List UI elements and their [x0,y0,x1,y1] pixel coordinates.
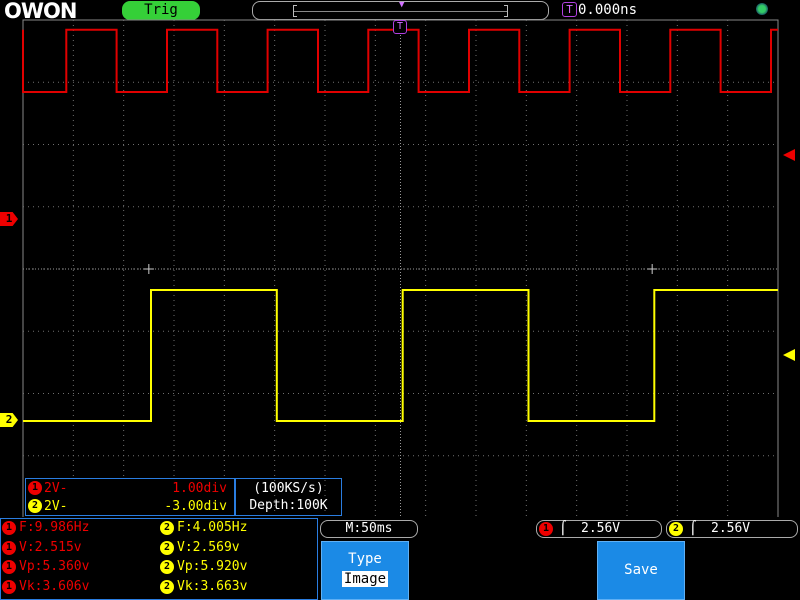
ch1-waveform [22,28,778,93]
type-label: Type [348,551,382,567]
trigger-position-marker[interactable]: T [393,20,407,34]
memory-depth: Depth:100K [249,498,328,513]
ch1-peak-peak: 1 Vp:5.360v [2,559,89,575]
ch2-badge: 2 [160,541,174,555]
rising-edge-icon: ⌠ [689,521,697,536]
ch2-trigger-setting: 2 ⌠ 2.56V [666,520,798,538]
type-value: Image [341,571,389,587]
channel-settings-box: 1 2V- 1.00div 2 2V- -3.00div [25,478,235,516]
ch2-badge: 2 [160,580,174,594]
type-softkey[interactable]: Type Image [321,541,409,600]
ch1-mean-voltage: 1 V:2.515v [2,540,82,556]
ch2-badge: 2 [160,560,174,574]
ch1-volts-div: 2V- [44,481,68,496]
graticule [22,19,779,519]
ch1-trigger-level-arrow[interactable] [783,149,795,161]
ch2-frequency: 2 F:4.005Hz [160,520,247,536]
rising-edge-icon: ⌠ [559,521,567,536]
ch2-trigger-level: 2.56V [711,521,751,536]
ch2-badge: 2 [28,499,42,513]
sample-rate: (100KS/s) [253,481,324,496]
ch2-trigger-level-arrow[interactable] [783,349,795,361]
ch1-badge: 1 [2,560,16,574]
ch2-badge: 2 [669,522,683,536]
ch1-frequency: 1 F:9.986Hz [2,520,89,536]
ch2-rms: 2 Vk:3.663v [160,579,247,595]
ch1-trigger-setting: 1 ⌠ 2.56V [536,520,662,538]
ch1-badge: 1 [539,522,553,536]
ch1-badge: 1 [2,521,16,535]
ch1-offset: 1.00div [172,481,227,496]
acquisition-box: (100KS/s) Depth:100K [235,478,342,516]
save-softkey[interactable]: Save [597,541,685,600]
ch2-mean-voltage: 2 V:2.569v [160,540,240,556]
ch1-settings: 1 2V- 1.00div [28,480,233,497]
ch1-badge: 1 [28,481,42,495]
ch1-trigger-level: 2.56V [581,521,621,536]
ch2-badge: 2 [160,521,174,535]
ch2-volts-div: 2V- [44,499,68,514]
timebase-readout: M:50ms [320,520,418,538]
ch1-badge: 1 [2,541,16,555]
ch2-peak-peak: 2 Vp:5.920v [160,559,247,575]
ch2-offset: -3.00div [164,499,227,514]
ch1-badge: 1 [2,580,16,594]
ch2-settings: 2 2V- -3.00div [28,498,233,515]
ch1-rms: 1 Vk:3.606v [2,579,89,595]
